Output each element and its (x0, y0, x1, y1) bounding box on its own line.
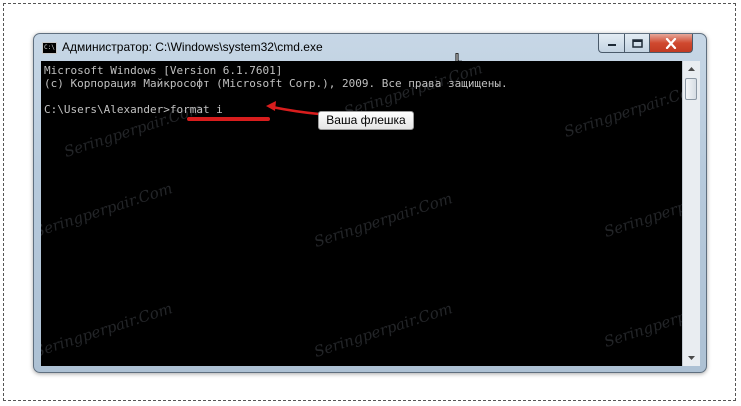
watermark: Seringperpair.Com (311, 299, 455, 361)
console-output[interactable]: Seringperpair.Com Seringperpair.Com Seri… (41, 61, 682, 366)
minimize-icon (607, 44, 616, 46)
cmd-window[interactable]: C:\ Администратор: C:\Windows\system32\c… (33, 33, 707, 373)
watermark: Seringperpair.Com (601, 179, 682, 241)
watermark: Seringperpair.Com (41, 299, 175, 361)
title-bar[interactable]: C:\ Администратор: C:\Windows\system32\c… (34, 34, 706, 75)
close-icon (665, 37, 677, 49)
red-arrow-icon (266, 101, 321, 116)
scroll-thumb[interactable] (685, 78, 697, 100)
callout-label: Ваша флешка (318, 111, 414, 130)
minimize-button[interactable] (598, 34, 625, 53)
close-button[interactable] (649, 34, 693, 53)
red-underline-annotation (187, 117, 270, 121)
watermark: Seringperpair.Com (561, 79, 682, 141)
console-line: (c) Корпорация Майкрософт (Microsoft Cor… (44, 77, 508, 90)
watermark: Seringperpair.Com (41, 179, 175, 241)
cmd-icon[interactable]: C:\ (42, 42, 57, 54)
arrow-down-icon (688, 356, 695, 360)
vertical-scrollbar[interactable] (682, 61, 700, 366)
scroll-up-button[interactable] (683, 61, 700, 77)
scroll-down-button[interactable] (683, 350, 700, 366)
watermark: Seringperpair.Com (311, 189, 455, 251)
arrow-up-icon (688, 67, 695, 71)
maximize-button[interactable] (624, 34, 650, 53)
maximize-icon (631, 38, 643, 48)
console-command-line: C:\Users\Alexander>format i (44, 103, 223, 116)
window-title: Администратор: C:\Windows\system32\cmd.e… (62, 40, 323, 54)
watermark: Seringperpair.Com (601, 289, 682, 351)
console-line: Microsoft Windows [Version 6.1.7601] (44, 64, 283, 77)
